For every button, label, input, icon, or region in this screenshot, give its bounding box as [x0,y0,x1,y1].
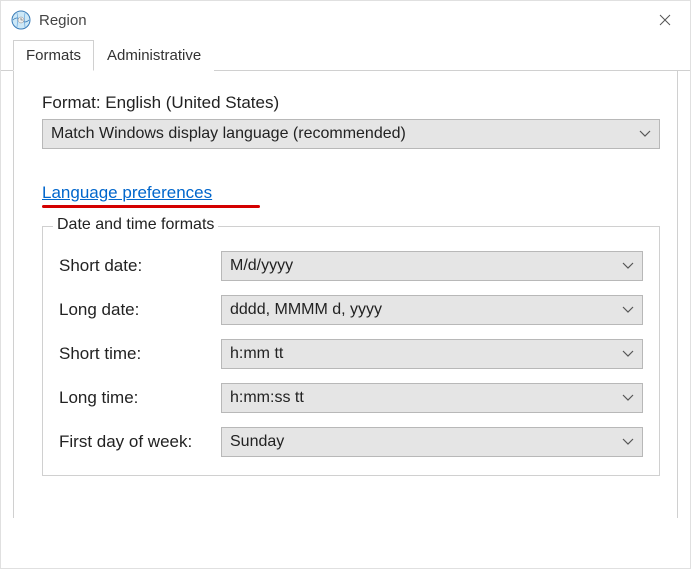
long-time-row: Long time: h:mm:ss tt [59,383,643,413]
chevron-down-icon [622,350,634,358]
formats-panel: Format: English (United States) Match Wi… [13,71,678,518]
format-label: Format: English (United States) [42,93,649,113]
chevron-down-icon [622,394,634,402]
close-button[interactable] [642,4,688,36]
chevron-down-icon [639,130,651,138]
first-day-row: First day of week: Sunday [59,427,643,457]
short-time-select[interactable]: h:mm tt [221,339,643,369]
short-time-row: Short time: h:mm tt [59,339,643,369]
datetime-fieldset: Date and time formats Short date: M/d/yy… [42,226,660,476]
first-day-label: First day of week: [59,432,221,452]
chevron-down-icon [622,306,634,314]
tab-formats[interactable]: Formats [13,40,94,71]
long-date-value: dddd, MMMM d, yyyy [230,301,622,319]
first-day-select[interactable]: Sunday [221,427,643,457]
short-date-select[interactable]: M/d/yyyy [221,251,643,281]
short-time-label: Short time: [59,344,221,364]
short-date-value: M/d/yyyy [230,257,622,275]
long-time-select[interactable]: h:mm:ss tt [221,383,643,413]
first-day-value: Sunday [230,433,622,451]
tab-administrative[interactable]: Administrative [94,40,214,71]
language-preferences-link[interactable]: Language preferences [42,183,212,202]
tab-area: Formats Administrative Format: English (… [1,39,690,486]
long-date-row: Long date: dddd, MMMM d, yyyy [59,295,643,325]
datetime-legend: Date and time formats [53,216,218,234]
title-bar: Region [1,1,690,39]
tab-formats-label: Formats [26,47,81,64]
window-title: Region [39,12,642,29]
chevron-down-icon [622,438,634,446]
long-date-label: Long date: [59,300,221,320]
tab-administrative-label: Administrative [107,47,201,64]
language-preferences-row: Language preferences [42,183,649,208]
short-date-label: Short date: [59,256,221,276]
short-date-row: Short date: M/d/yyyy [59,251,643,281]
short-time-value: h:mm tt [230,345,622,363]
globe-icon [11,10,31,30]
format-dropdown[interactable]: Match Windows display language (recommen… [42,119,660,149]
highlight-underline [42,205,260,208]
region-window: Region Formats Administrative Format: En… [0,0,691,569]
format-dropdown-value: Match Windows display language (recommen… [51,125,639,143]
close-icon [659,14,671,26]
chevron-down-icon [622,262,634,270]
long-time-value: h:mm:ss tt [230,389,622,407]
long-time-label: Long time: [59,388,221,408]
long-date-select[interactable]: dddd, MMMM d, yyyy [221,295,643,325]
tab-row: Formats Administrative [1,39,690,71]
